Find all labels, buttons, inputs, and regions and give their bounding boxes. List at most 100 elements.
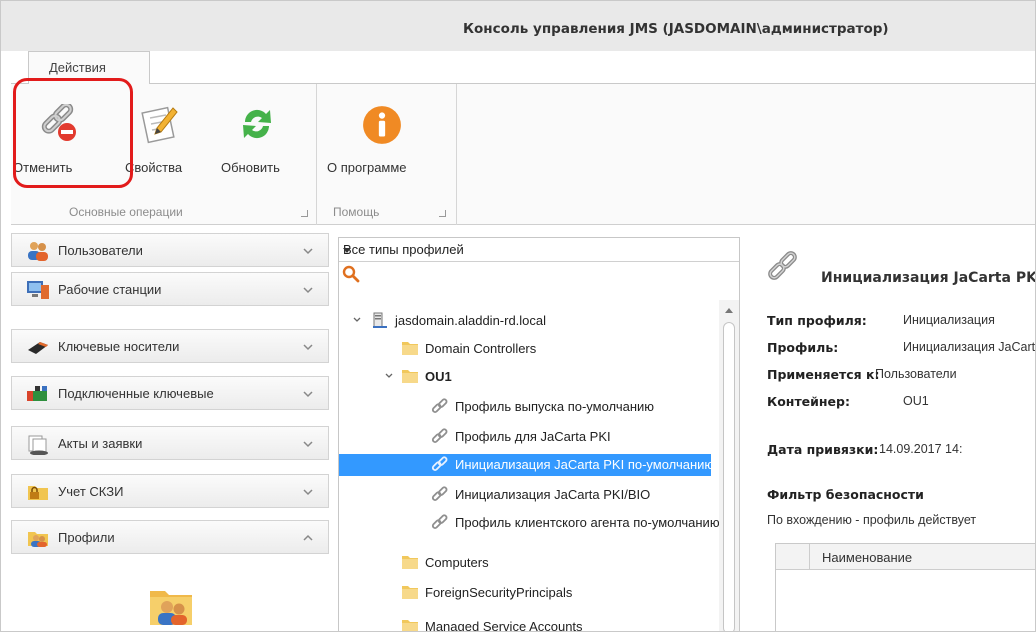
collapse-arrow-icon[interactable] — [385, 372, 393, 380]
chevron-down-icon — [303, 344, 313, 351]
details-title: Инициализация JaCarta PKI по-умолчанию — [821, 270, 1036, 286]
nav-item-label: Подключенные ключевые — [58, 386, 214, 401]
nav-item-skzi[interactable]: Учет СКЗИ — [11, 474, 329, 508]
dialog-launcher-icon[interactable] — [301, 210, 308, 217]
folder-icon — [402, 342, 418, 355]
group-label-help: Помощь — [333, 205, 380, 219]
tree-node-label: jasdomain.aladdin-rd.local — [395, 313, 547, 328]
prop-key: Применяется к: — [767, 367, 880, 382]
prop-key: Контейнер: — [767, 394, 850, 409]
nav-item-connected-keys[interactable]: Подключенные ключевые — [11, 376, 329, 410]
tree-node-managed-service[interactable]: Managed Service Accounts — [401, 616, 701, 631]
search-icon[interactable] — [342, 265, 360, 283]
chevron-down-icon — [303, 287, 313, 294]
prop-container: Контейнер: OU1 — [767, 394, 929, 409]
tree-node-domain[interactable]: jasdomain.aladdin-rd.local — [371, 310, 711, 332]
refresh-icon — [243, 109, 271, 139]
link-icon — [431, 514, 448, 529]
scroll-up-icon[interactable] — [725, 308, 733, 313]
ribbon: Отменить Свойства Обновить Основные опер… — [11, 83, 1035, 225]
profiles-folder-icon — [150, 591, 192, 625]
tree-node-ou1[interactable]: OU1 — [401, 366, 701, 388]
chevron-down-icon — [303, 441, 313, 448]
tree-node-init-default[interactable]: Инициализация JaCarta PKI по-умолчанию — [339, 454, 711, 476]
tree-node-computers[interactable]: Computers — [401, 552, 701, 574]
security-filter-grid[interactable]: Наименование — [775, 543, 1035, 631]
profile-tree-panel: Все типы профилей jasdomain.aladdin-rd.l… — [338, 237, 740, 631]
folder-icon — [402, 370, 418, 383]
prop-profile: Профиль: Инициализация JaCarta PKI по-ум… — [767, 340, 1035, 355]
nav-item-label: Акты и заявки — [58, 436, 143, 451]
grid-column-name[interactable]: Наименование — [822, 550, 912, 565]
chevron-down-icon — [303, 489, 313, 496]
grid-row-selector-header[interactable] — [776, 544, 810, 570]
highlight-frame — [13, 78, 133, 188]
nav-item-acts[interactable]: Акты и заявки — [11, 426, 329, 460]
workstation-icon — [27, 281, 49, 299]
tree-node-profile-default[interactable]: Профиль выпуска по-умолчанию — [431, 396, 719, 418]
profile-type-value: Все типы профилей — [343, 242, 464, 257]
nav-item-profiles[interactable]: Профили — [11, 520, 329, 554]
nav-item-label: Профили — [58, 530, 115, 545]
info-icon — [363, 106, 401, 144]
nav-item-workstations[interactable]: Рабочие станции — [11, 272, 329, 306]
refresh-button[interactable]: Обновить — [207, 90, 307, 186]
nav-item-users[interactable]: Пользователи — [11, 233, 329, 267]
window-title: Консоль управления JMS (JASDOMAIN\админи… — [463, 21, 889, 37]
security-filter-desc: По вхождению - профиль действует — [767, 513, 977, 527]
nav-item-key-tokens[interactable]: Ключевые носители — [11, 329, 329, 363]
chevron-down-icon — [303, 248, 313, 255]
tree-node-label: Инициализация JaCarta PKI/BIO — [455, 487, 651, 502]
tree-scrollbar[interactable] — [719, 300, 739, 631]
refresh-button-label: Обновить — [221, 160, 280, 175]
title-bar: Консоль управления JMS (JASDOMAIN\админи… — [1, 1, 1035, 51]
connected-keys-icon — [27, 386, 47, 401]
tree-node-label: Computers — [425, 555, 489, 570]
dropdown-arrow-icon — [343, 248, 351, 253]
about-button-label: О программе — [327, 160, 407, 175]
folder-icon — [402, 556, 418, 569]
about-button[interactable]: О программе — [321, 90, 445, 186]
link-icon — [431, 428, 448, 443]
scroll-thumb[interactable] — [723, 322, 735, 631]
profile-type-select[interactable]: Все типы профилей — [339, 238, 739, 262]
server-icon — [373, 312, 387, 328]
nav-item-label: Учет СКЗИ — [58, 484, 124, 499]
tree-node-foreign-security[interactable]: ForeignSecurityPrincipals — [401, 582, 701, 604]
tree-node-domain-controllers[interactable]: Domain Controllers — [401, 338, 701, 360]
app-window: Консоль управления JMS (JASDOMAIN\админи… — [0, 0, 1036, 632]
dialog-launcher-icon[interactable] — [439, 210, 446, 217]
tree-node-label: Инициализация JaCarta PKI по-умолчанию — [455, 457, 711, 472]
prop-value: Пользователи — [875, 367, 957, 381]
tree-node-profile-jacarta[interactable]: Профиль для JaCarta PKI — [431, 426, 719, 448]
prop-applies-to: Применяется к: Пользователи — [767, 367, 957, 382]
nav-panel: Пользователи Рабочие станции Ключевые но… — [11, 233, 329, 631]
folder-icon — [402, 586, 418, 599]
prop-value: Инициализация — [903, 313, 995, 327]
tab-actions-label: Действия — [49, 60, 106, 75]
properties-icon — [141, 106, 178, 144]
properties-button-label: Свойства — [125, 160, 183, 175]
collapse-arrow-icon[interactable] — [353, 316, 361, 324]
link-icon — [768, 251, 797, 280]
documents-icon — [28, 435, 48, 455]
prop-value: Инициализация JaCarta PKI по-умолчанию — [903, 340, 1036, 354]
prop-key: Дата привязки: — [767, 442, 879, 457]
tree-node-client-agent[interactable]: Профиль клиентского агента по-умолчанию — [431, 512, 719, 534]
nav-item-label: Пользователи — [58, 243, 143, 258]
tree-node-label: OU1 — [425, 369, 452, 384]
users-icon — [28, 242, 48, 261]
ribbon-group-help: О программе Помощь — [317, 84, 457, 225]
tree-node-label: Профиль для JaCarta PKI — [455, 429, 611, 444]
tree-node-label: Domain Controllers — [425, 341, 537, 356]
chevron-up-icon — [303, 534, 313, 541]
group-label-main: Основные операции — [69, 205, 183, 219]
tree-node-label: Профиль выпуска по-умолчанию — [455, 399, 655, 414]
tree-node-init-bio[interactable]: Инициализация JaCarta PKI/BIO — [431, 484, 719, 506]
folder-icon — [402, 620, 418, 631]
key-token-icon — [28, 342, 48, 354]
grid-header: Наименование — [776, 544, 1035, 570]
prop-value: 14.09.2017 14: — [879, 442, 963, 456]
details-panel: Инициализация JaCarta PKI по-умолчанию Т… — [751, 237, 1036, 631]
link-icon — [431, 398, 448, 413]
